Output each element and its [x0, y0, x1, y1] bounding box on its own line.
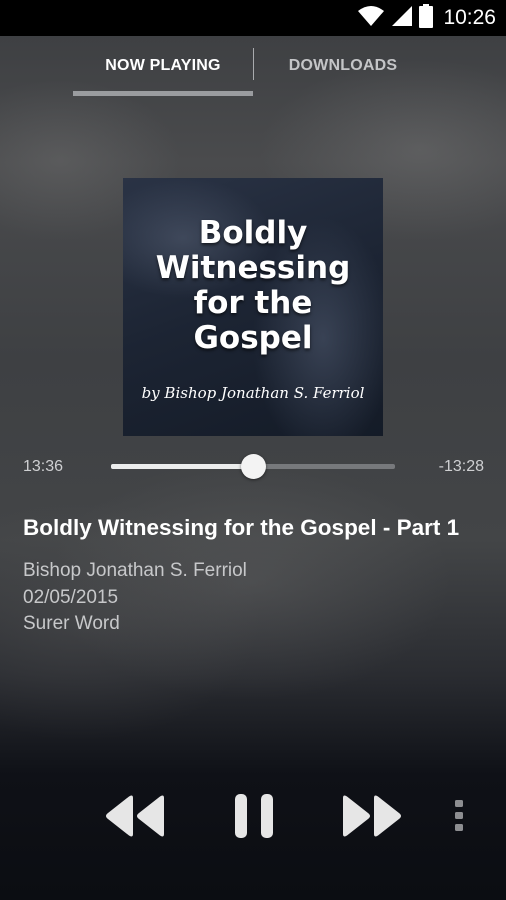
tab-now-playing-label: NOW PLAYING — [105, 57, 221, 74]
artwork-author: by Bishop Jonathan S. Ferriol — [141, 384, 365, 402]
pause-icon — [233, 792, 275, 845]
status-time: 10:26 — [443, 6, 496, 29]
track-title: Boldly Witnessing for the Gospel - Part … — [23, 515, 460, 540]
tab-bar: NOW PLAYING DOWNLOADS — [0, 36, 506, 96]
pause-button[interactable] — [226, 790, 282, 846]
fast-forward-button[interactable] — [337, 790, 407, 846]
track-speaker: Bishop Jonathan S. Ferriol — [23, 560, 247, 581]
playback-controls — [0, 790, 506, 850]
album-artwork: Boldly Witnessing for the Gospel by Bish… — [123, 178, 383, 436]
more-options-button[interactable] — [446, 790, 472, 846]
rewind-icon — [104, 794, 166, 843]
battery-icon — [419, 3, 434, 33]
tab-now-playing[interactable]: NOW PLAYING — [73, 36, 253, 96]
remaining-time: -13:28 — [438, 458, 484, 475]
tab-downloads-label: DOWNLOADS — [288, 57, 398, 74]
rewind-button[interactable] — [100, 790, 170, 846]
seek-thumb[interactable] — [241, 454, 266, 479]
more-vert-icon — [454, 799, 464, 838]
artwork-title: Boldly Witnessing for the Gospel — [155, 215, 351, 356]
signal-icon — [391, 5, 413, 32]
background — [0, 0, 506, 900]
active-tab-indicator — [73, 91, 253, 96]
status-bar: 10:26 — [0, 0, 506, 36]
wifi-icon — [357, 5, 385, 32]
seek-progress — [111, 464, 253, 469]
track-series: Surer Word — [23, 613, 120, 634]
track-date: 02/05/2015 — [23, 587, 119, 608]
seek-bar[interactable] — [111, 454, 395, 479]
fast-forward-icon — [341, 794, 403, 843]
elapsed-time: 13:36 — [23, 458, 64, 475]
tab-downloads[interactable]: DOWNLOADS — [254, 36, 432, 96]
